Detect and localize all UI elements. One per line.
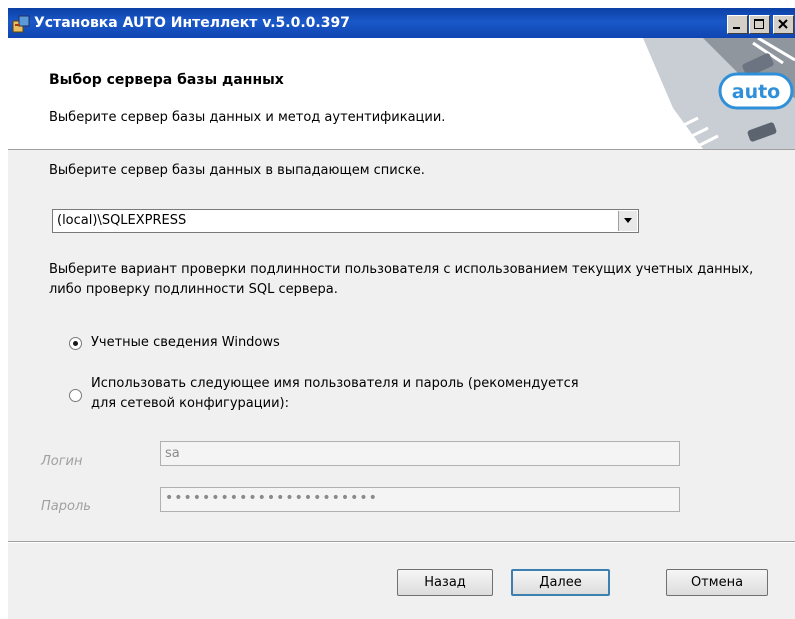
installer-icon [12, 15, 30, 33]
password-label: Пароль [41, 499, 91, 514]
minimize-button[interactable] [727, 15, 748, 34]
auto-logo-banner: auto [553, 38, 795, 149]
close-icon [778, 19, 788, 29]
radio-windows-auth-label[interactable]: Учетные сведения Windows [91, 335, 280, 350]
installer-window: Установка AUTO Интеллект v.5.0.0.397 Выб… [8, 8, 795, 619]
radio-sql-auth[interactable] [69, 389, 82, 402]
close-button[interactable] [773, 15, 794, 34]
radio-windows-auth[interactable] [69, 337, 82, 350]
server-prompt: Выберите сервер базы данных в выпадающем… [49, 163, 425, 178]
password-input-value: ••••••••••••••••••••••• [165, 490, 378, 506]
page-subtitle: Выберите сервер базы данных и метод ауте… [49, 110, 446, 125]
radio-sql-auth-label[interactable]: Использовать следующее имя пользователя … [91, 374, 701, 414]
login-input-value: sa [165, 446, 180, 461]
maximize-icon [754, 19, 764, 29]
next-button[interactable]: Далее [511, 569, 610, 596]
login-input[interactable]: sa [160, 441, 680, 466]
server-dropdown-value: (local)\SQLEXPRESS [57, 213, 187, 228]
page-title: Выбор сервера базы данных [49, 72, 284, 88]
auth-prompt: Выберите вариант проверки подлинности по… [49, 262, 754, 297]
title-bar: Установка AUTO Интеллект v.5.0.0.397 [8, 8, 795, 38]
dropdown-button[interactable] [618, 211, 637, 231]
header-panel: Выбор сервера базы данных Выберите серве… [8, 38, 795, 150]
login-label: Логин [41, 454, 83, 469]
window-title: Установка AUTO Интеллект v.5.0.0.397 [34, 15, 350, 31]
svg-text:auto: auto [732, 81, 780, 103]
back-button[interactable]: Назад [397, 569, 493, 596]
server-dropdown[interactable]: (local)\SQLEXPRESS [52, 209, 639, 233]
cancel-button[interactable]: Отмена [666, 569, 768, 596]
chevron-down-icon [624, 218, 632, 223]
radio-sql-auth-label-line2: для сетевой конфигурации): [91, 396, 289, 411]
password-input[interactable]: ••••••••••••••••••••••• [160, 487, 680, 512]
maximize-button[interactable] [749, 15, 770, 34]
radio-sql-auth-label-line1: Использовать следующее имя пользователя … [91, 376, 579, 391]
footer-divider [8, 541, 795, 543]
minimize-icon [733, 27, 740, 29]
